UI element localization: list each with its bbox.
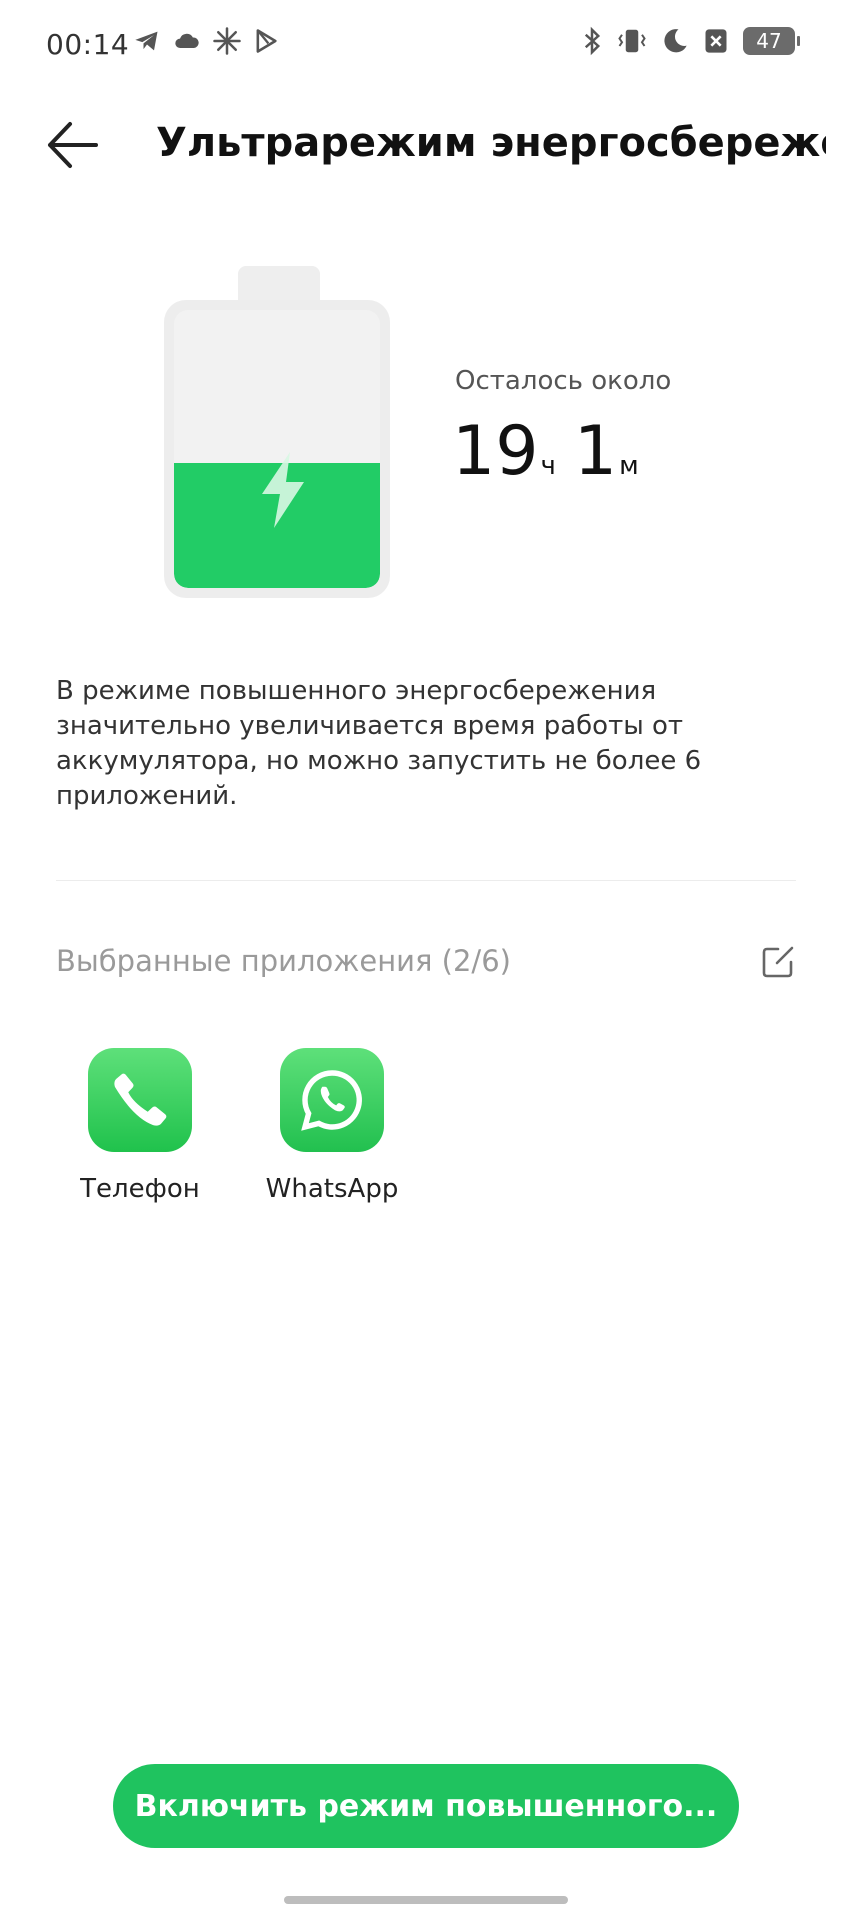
remaining-minutes: 1 <box>573 412 618 491</box>
flash-burst-icon <box>213 27 241 55</box>
whatsapp-icon <box>301 1070 362 1131</box>
app-tile-phone[interactable]: Телефон <box>60 1048 220 1204</box>
divider <box>56 880 796 881</box>
edit-apps-button[interactable] <box>758 942 798 982</box>
status-time: 00:14 <box>46 28 130 61</box>
page-title: Ультрарежим энергосбереже... <box>156 120 826 166</box>
status-right-icons: 47 <box>581 26 800 56</box>
moon-icon <box>664 29 687 53</box>
enable-ultra-saving-button[interactable]: Включить режим повышенного... <box>113 1764 739 1848</box>
battery-inner <box>174 310 380 588</box>
app-label-phone: Телефон <box>80 1174 200 1204</box>
app-tile-whatsapp[interactable]: WhatsApp <box>252 1048 412 1204</box>
bluetooth-icon <box>584 26 601 56</box>
play-store-icon <box>256 29 277 53</box>
remaining-label: Осталось около <box>455 366 672 396</box>
enable-button-label: Включить режим повышенного... <box>134 1788 718 1824</box>
cloud-icon <box>175 33 199 48</box>
status-left-icons <box>132 26 280 56</box>
no-sim-icon <box>705 29 727 53</box>
battery-level: 47 <box>756 29 782 53</box>
app-label-whatsapp: WhatsApp <box>265 1174 399 1204</box>
battery-illustration <box>164 266 390 598</box>
battery-body <box>164 300 390 598</box>
selected-apps-label: Выбранные приложения (2/6) <box>56 944 511 978</box>
back-button[interactable] <box>44 118 112 172</box>
edit-icon <box>762 946 794 978</box>
arrow-left-icon <box>48 122 98 168</box>
minutes-unit: м <box>619 451 639 481</box>
remaining-time: 19ч 1м <box>452 412 657 491</box>
vibrate-icon <box>618 29 646 53</box>
telegram-icon <box>135 31 158 51</box>
phone-app-icon <box>88 1048 192 1152</box>
phone-icon <box>114 1073 167 1126</box>
remaining-hours: 19 <box>452 412 539 491</box>
mode-description: В режиме повышенного энергосбережения зн… <box>56 676 702 811</box>
whatsapp-app-icon <box>280 1048 384 1152</box>
hours-unit: ч <box>540 451 556 481</box>
lightning-bolt-icon <box>262 452 304 528</box>
home-indicator[interactable] <box>284 1896 568 1904</box>
battery-indicator: 47 <box>743 27 800 55</box>
